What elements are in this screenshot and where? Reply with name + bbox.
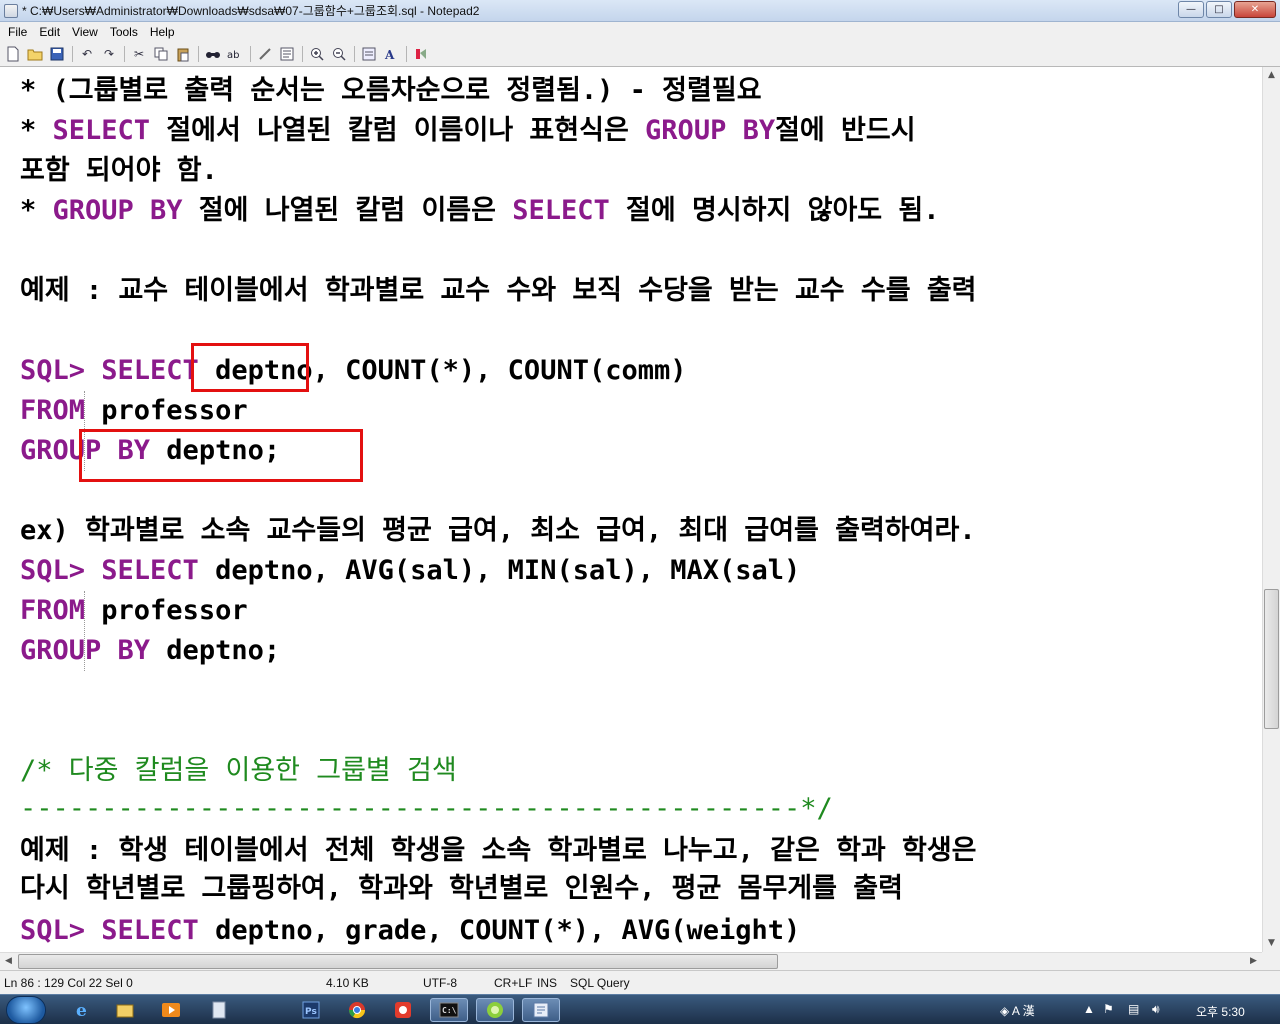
status-encoding[interactable]: UTF-8: [423, 976, 457, 990]
paste-icon[interactable]: [173, 44, 193, 64]
close-button[interactable]: ✕: [1234, 1, 1276, 18]
cmd-icon[interactable]: C:\: [430, 998, 468, 1022]
explorer-icon[interactable]: [106, 998, 144, 1022]
code-line: SQL> SELECT deptno, grade, COUNT(*), AVG…: [20, 915, 801, 946]
ime-indicator: A 漢: [1011, 1004, 1035, 1018]
toolbar-separator: [351, 44, 357, 64]
green-app-icon[interactable]: [476, 998, 514, 1022]
ime-toolbar[interactable]: ◈ A 漢: [1000, 1002, 1035, 1019]
toolbar-separator: [69, 44, 75, 64]
window-title: * C:₩Users₩Administrator₩Downloads₩sdsa₩…: [22, 4, 480, 18]
ime-icon: ◈: [1000, 1004, 1012, 1018]
clock[interactable]: 오후 5:30: [1196, 1003, 1245, 1020]
open-folder-icon[interactable]: [25, 44, 45, 64]
svg-text:Ps: Ps: [305, 1007, 317, 1017]
code-line: 예제 : 교수 테이블에서 학과별로 교수 수와 보직 수당을 받는 교수 수를…: [20, 275, 977, 306]
status-insert-mode[interactable]: INS: [537, 976, 557, 990]
redo-icon[interactable]: ↷: [99, 44, 119, 64]
title-bar: * C:₩Users₩Administrator₩Downloads₩sdsa₩…: [0, 0, 1280, 22]
new-file-icon[interactable]: [3, 44, 23, 64]
scroll-up-arrow-icon[interactable]: ▲: [1263, 67, 1280, 84]
copy-icon[interactable]: [151, 44, 171, 64]
code-line: * GROUP BY 절에 나열된 칼럼 이름은 SELECT 절에 명시하지 …: [20, 195, 940, 226]
word-wrap-icon[interactable]: [255, 44, 275, 64]
start-button[interactable]: [6, 996, 46, 1024]
toolbar-separator: [299, 44, 305, 64]
undo-icon[interactable]: ↶: [77, 44, 97, 64]
menu-edit[interactable]: Edit: [33, 25, 66, 39]
code-line: * (그룹별로 출력 순서는 오름차순으로 정렬됨.) - 정렬필요: [20, 75, 762, 106]
vertical-scroll-thumb[interactable]: [1264, 589, 1279, 729]
status-position: Ln 86 : 129 Col 22 Sel 0: [4, 976, 133, 990]
horizontal-scrollbar[interactable]: ◀ ▶: [0, 952, 1262, 970]
minimize-button[interactable]: —: [1178, 1, 1204, 18]
code-line: ----------------------------------------…: [20, 793, 833, 824]
toolbar-separator: [195, 44, 201, 64]
highlight-box-deptno: [191, 343, 309, 392]
tray-expand-icon[interactable]: ▲: [1083, 1002, 1095, 1016]
select-all-icon[interactable]: [277, 44, 297, 64]
svg-text:C:\: C:\: [442, 1006, 457, 1015]
scroll-down-arrow-icon[interactable]: ▼: [1263, 935, 1280, 952]
status-bar: Ln 86 : 129 Col 22 Sel 0 4.10 KB UTF-8 C…: [0, 970, 1280, 994]
menu-help[interactable]: Help: [144, 25, 181, 39]
window-controls: — □ ✕: [1178, 1, 1276, 18]
status-eol[interactable]: CR+LF: [494, 976, 532, 990]
highlight-box-group-by: [79, 429, 363, 482]
zoom-in-icon[interactable]: [307, 44, 327, 64]
maximize-button[interactable]: □: [1206, 1, 1232, 18]
notepad2-app-icon[interactable]: [4, 3, 18, 18]
volume-icon[interactable]: 🔊︎: [1152, 1002, 1160, 1017]
toolbar-separator: [403, 44, 409, 64]
code-line: 포함 되어야 함.: [20, 155, 218, 186]
app-red-icon[interactable]: [384, 998, 422, 1022]
code-line: SQL> SELECT deptno, AVG(sal), MIN(sal), …: [20, 555, 801, 586]
ie-icon[interactable]: e: [64, 998, 102, 1022]
menu-tools[interactable]: Tools: [104, 25, 144, 39]
menu-bar: File Edit View Tools Help: [0, 22, 1280, 42]
action-center-icon[interactable]: ⚑: [1103, 1002, 1114, 1016]
scroll-right-arrow-icon[interactable]: ▶: [1245, 953, 1262, 970]
editor-area[interactable]: * (그룹별로 출력 순서는 오름차순으로 정렬됨.) - 정렬필요 * SEL…: [0, 67, 1262, 952]
toolbar-separator: [121, 44, 127, 64]
photoshop-icon[interactable]: Ps: [292, 998, 330, 1022]
code-line: * SELECT 절에서 나열된 칼럼 이름이나 표현식은 GROUP BY절에…: [20, 115, 916, 146]
code-line: SQL> SELECT deptno, COUNT(*), COUNT(comm…: [20, 355, 687, 386]
scroll-left-arrow-icon[interactable]: ◀: [0, 953, 17, 970]
code-line: /* 다중 칼럼을 이용한 그룹별 검색: [20, 755, 457, 786]
menu-file[interactable]: File: [2, 25, 33, 39]
network-icon[interactable]: ▤: [1128, 1002, 1139, 1016]
notepad-taskbar-icon[interactable]: [200, 998, 238, 1022]
find-icon[interactable]: [203, 44, 223, 64]
menu-view[interactable]: View: [66, 25, 104, 39]
save-icon[interactable]: [47, 44, 67, 64]
code-line: 예제 : 학생 테이블에서 전체 학생을 소속 학과별로 나누고, 같은 학과 …: [20, 835, 977, 866]
replace-icon[interactable]: ab: [225, 44, 245, 64]
horizontal-scroll-thumb[interactable]: [18, 954, 778, 969]
vertical-scrollbar[interactable]: ▲ ▼: [1262, 67, 1280, 952]
settings-icon[interactable]: [411, 44, 431, 64]
toolbar-separator: [247, 44, 253, 64]
svg-text:A: A: [384, 48, 395, 61]
code-line: ex) 학과별로 소속 교수들의 평균 급여, 최소 급여, 최대 급여를 출력…: [20, 515, 976, 546]
zoom-out-icon[interactable]: [329, 44, 349, 64]
scrollbar-corner: [1262, 952, 1280, 970]
status-scheme[interactable]: SQL Query: [570, 976, 630, 990]
taskbar: e Ps C:\ ◈ A 漢 ▲ ⚑ ▤ 🔊︎ 오후 5:30: [0, 994, 1280, 1024]
code-line: GROUP BY deptno;: [20, 635, 281, 666]
toolbar: ↶ ↷ ✂ ab A: [0, 42, 1280, 67]
media-player-icon[interactable]: [152, 998, 190, 1022]
status-file-size: 4.10 KB: [326, 976, 369, 990]
font-icon[interactable]: A: [381, 44, 401, 64]
svg-text:e: e: [76, 1001, 87, 1020]
code-line: 다시 학년별로 그룹핑하여, 학과와 학년별로 인원수, 평균 몸무게를 출력: [20, 873, 903, 904]
code-line: FROM professor: [20, 395, 248, 426]
indent-guide: [84, 591, 85, 671]
scheme-icon[interactable]: [359, 44, 379, 64]
code-line: FROM professor: [20, 595, 248, 626]
notepad2-taskbar-icon[interactable]: [522, 998, 560, 1022]
svg-text:ab: ab: [227, 50, 239, 61]
cut-icon[interactable]: ✂: [129, 44, 149, 64]
chrome-icon[interactable]: [338, 998, 376, 1022]
